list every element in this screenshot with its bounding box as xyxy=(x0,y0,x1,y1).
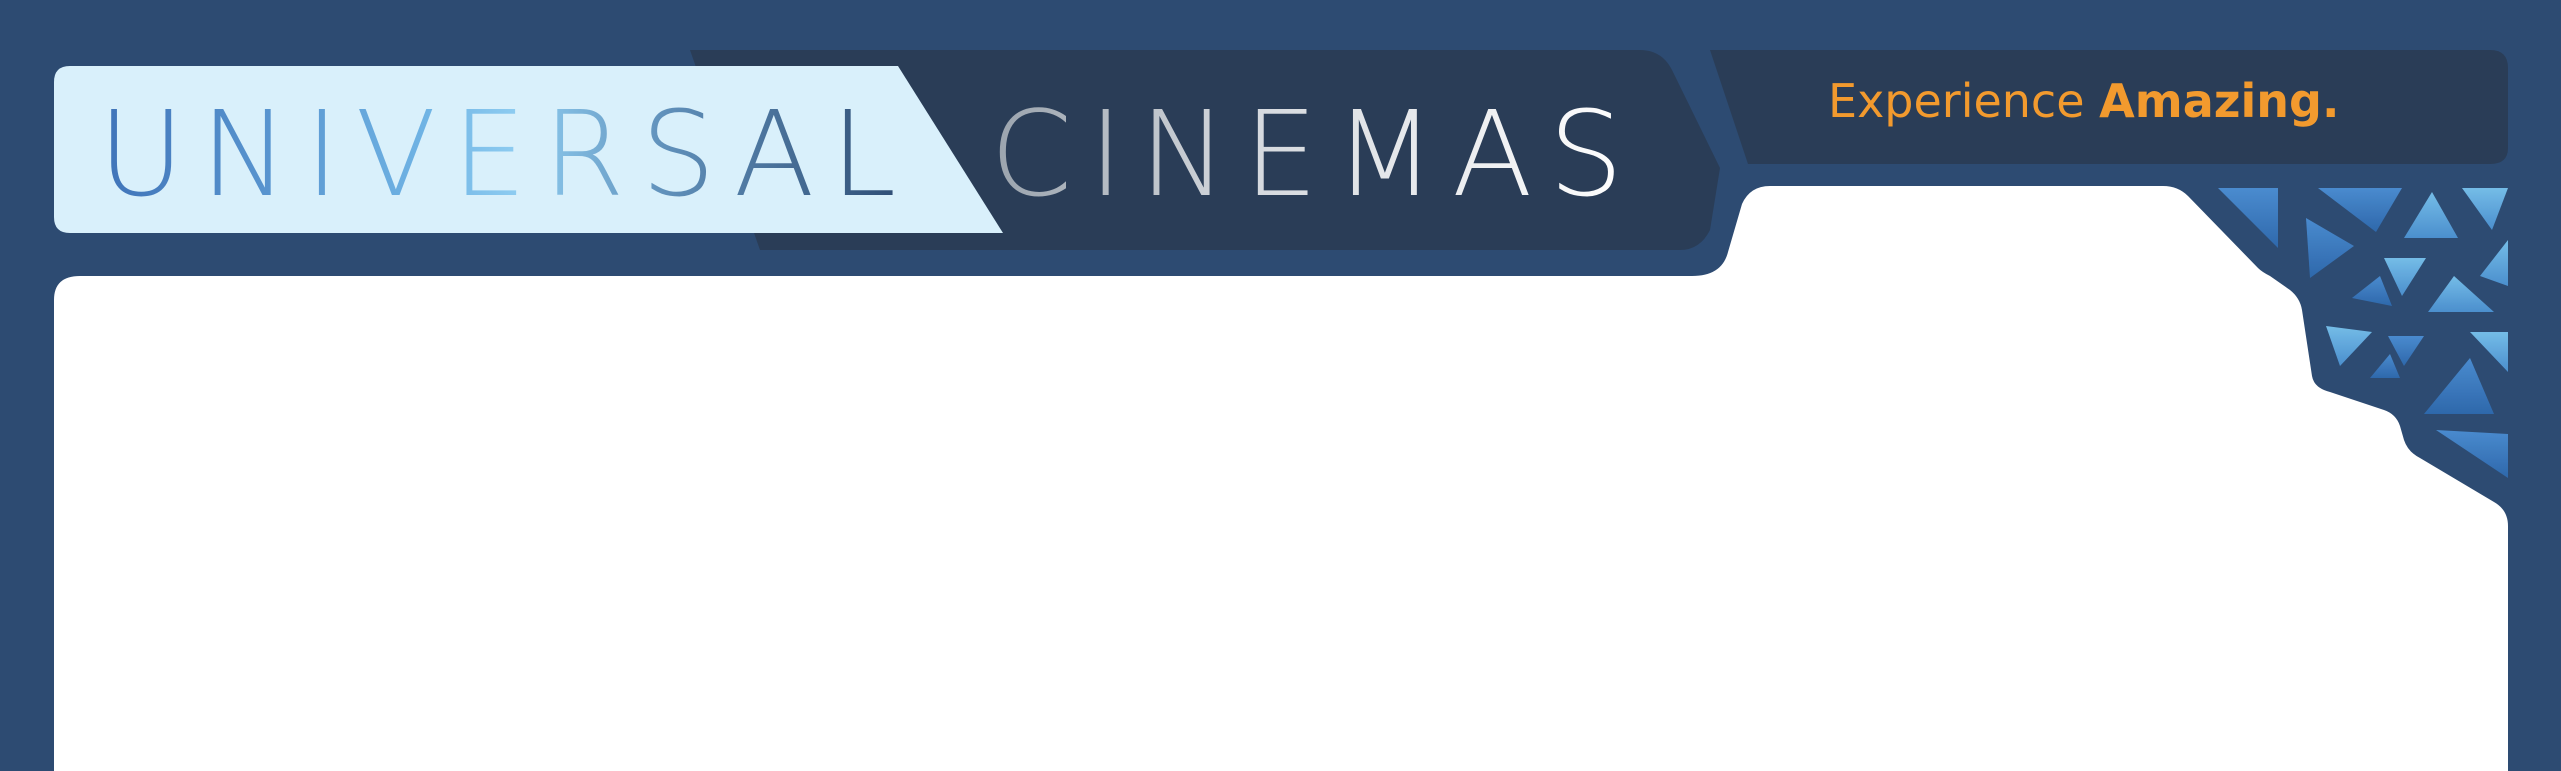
tagline-light: Experience xyxy=(1828,74,2100,128)
brand-name-universal: UNIVERSAL xyxy=(98,85,913,223)
tagline: Experience Amazing. xyxy=(1828,78,2339,124)
content-area-shape xyxy=(54,186,2508,771)
brand-name-cinemas: CINEMAS xyxy=(990,85,1640,223)
tagline-bold: Amazing. xyxy=(2099,74,2340,128)
